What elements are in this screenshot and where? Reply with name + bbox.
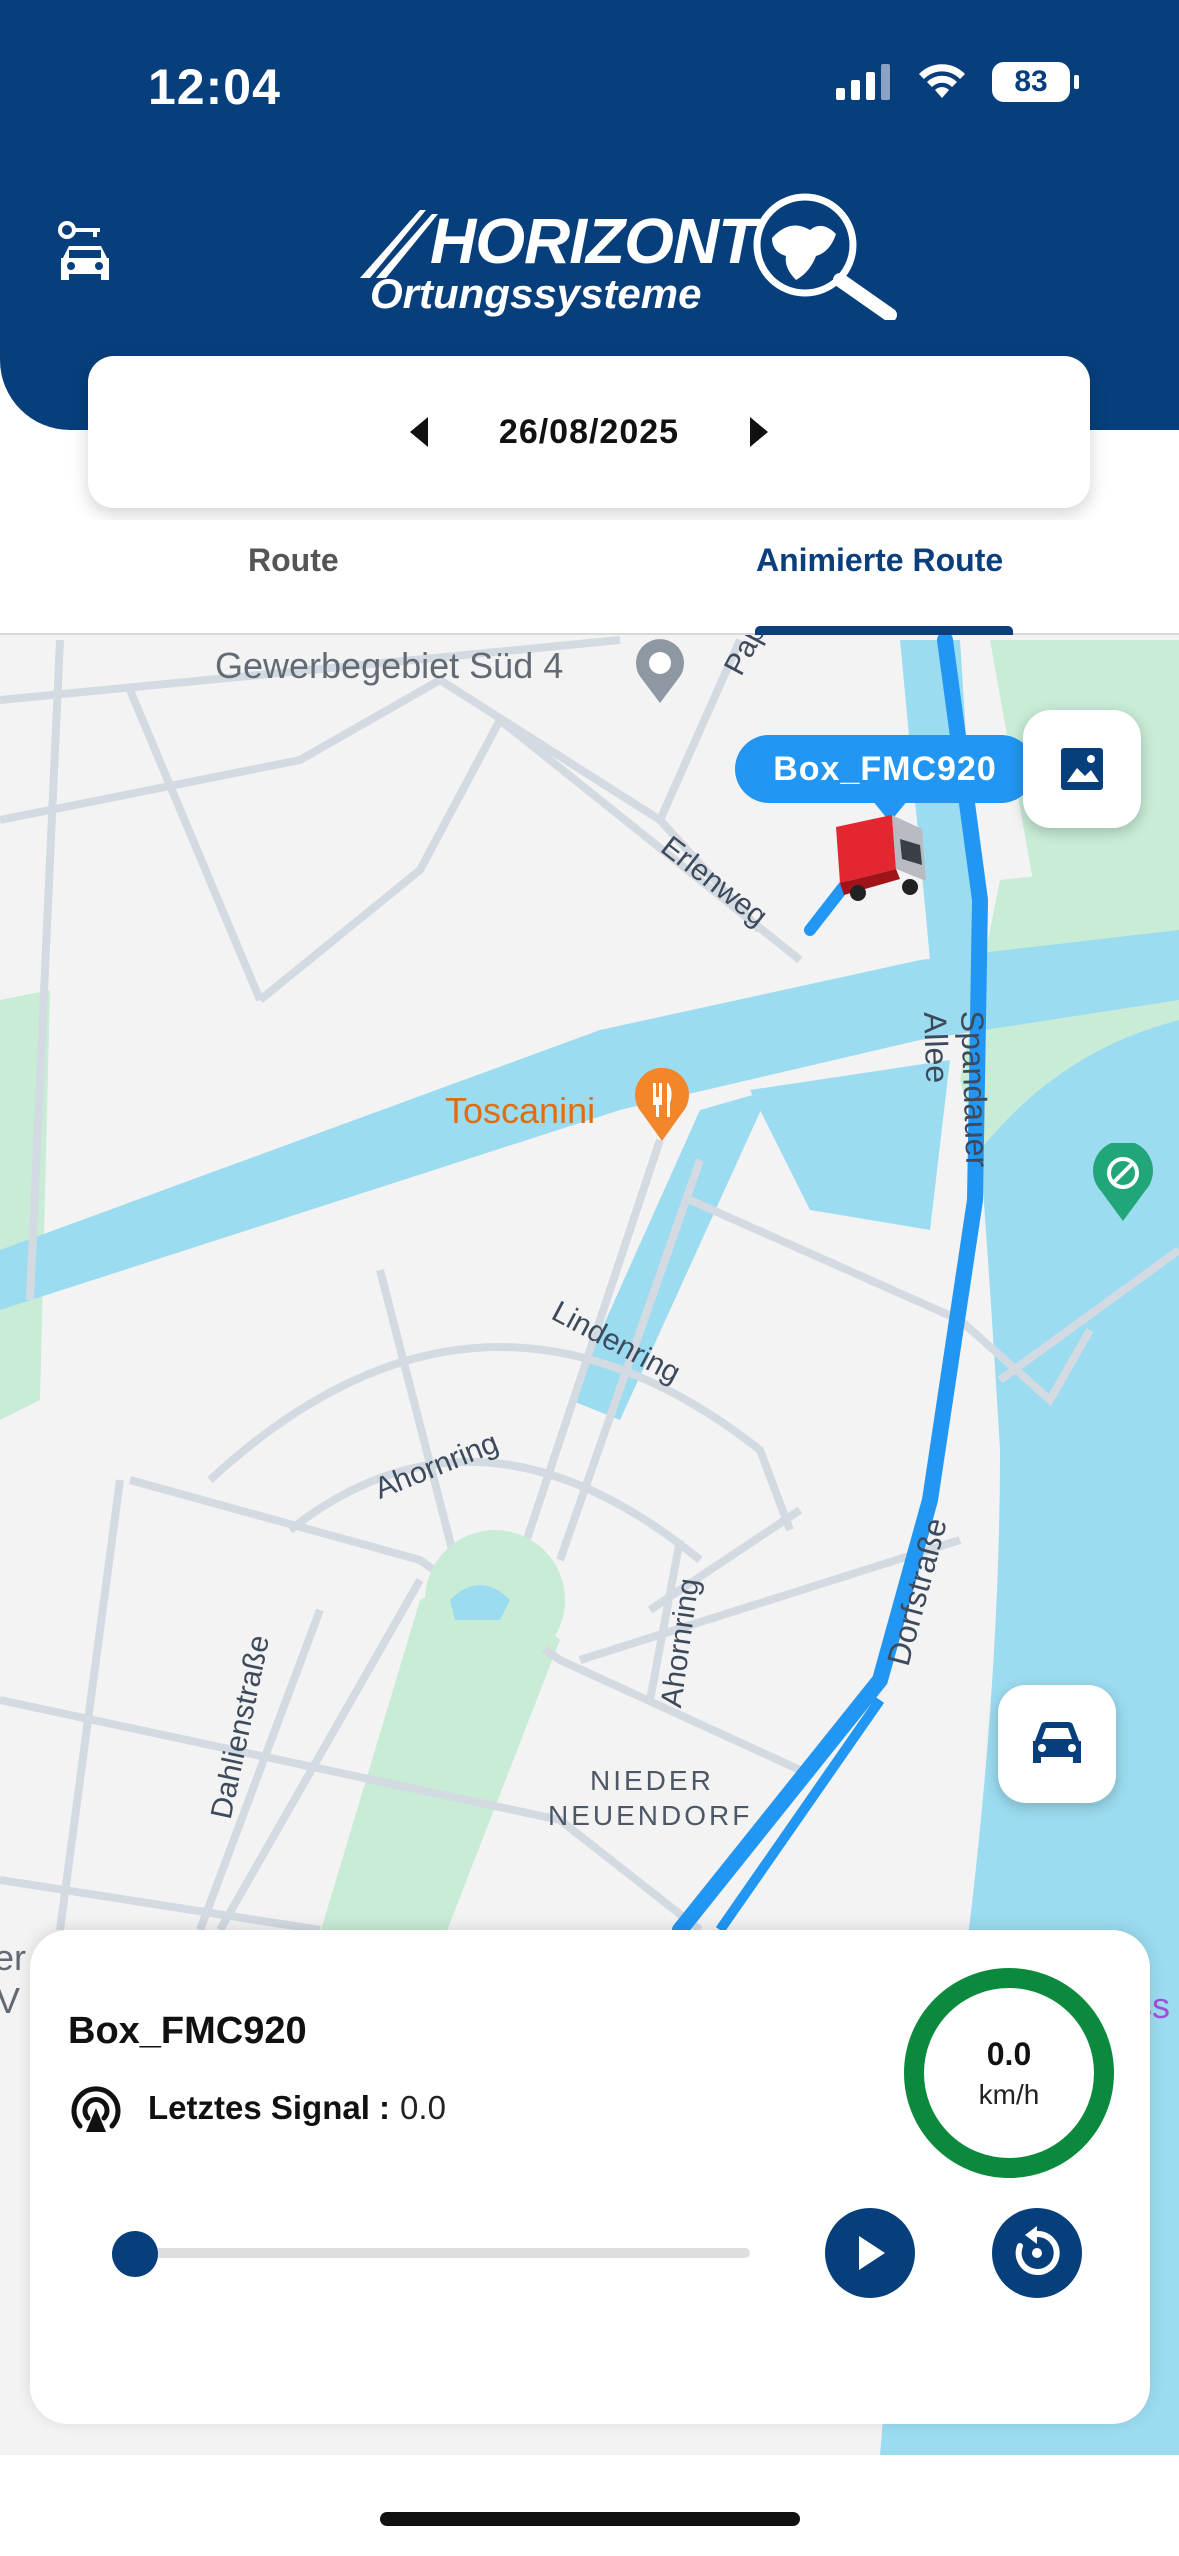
logo-subtitle: Ortungssysteme [370, 270, 702, 317]
last-signal-row: Letztes Signal : 0.0 [68, 2080, 446, 2136]
place-label-toscanini[interactable]: Toscanini [445, 1090, 595, 1132]
place-label-gewerbegebiet[interactable]: Gewerbegebiet Süd 4 [215, 645, 563, 687]
last-signal-label: Letztes Signal : [148, 2089, 391, 2126]
status-icons: 83 [836, 62, 1079, 102]
last-signal-value: 0.0 [400, 2089, 446, 2126]
battery-level: 83 [1014, 65, 1048, 98]
speed-value: 0.0 [986, 2035, 1032, 2072]
wifi-icon [919, 64, 965, 98]
playback-slider-track[interactable] [138, 2248, 750, 2258]
speed-unit: km/h [978, 2078, 1040, 2110]
street-label-spandauer-allee: Spandauer Allee [917, 1010, 996, 1168]
map-layer-button[interactable] [1023, 710, 1141, 828]
vehicle-info-panel: Box_FMC920 Letztes Signal : 0.0 0.0 km/h [30, 1930, 1150, 2424]
district-label-nieder: NIEDER [590, 1765, 714, 1796]
battery-tip [1074, 75, 1079, 89]
image-icon [1061, 748, 1103, 790]
tab-bar: Route Animierte Route [0, 520, 1179, 635]
leisure-pin-icon[interactable] [1088, 1143, 1158, 1223]
status-time: 12:04 [148, 59, 281, 115]
tab-animated-route[interactable]: Animierte Route [756, 542, 1003, 579]
active-tab-indicator [755, 626, 1013, 635]
logo-title: HORIZONT [430, 205, 757, 277]
place-pin-icon[interactable] [628, 635, 692, 705]
date-picker: 26/08/2025 [88, 356, 1090, 508]
district-label-neuendorf: NEUENDORF [548, 1800, 753, 1831]
caret-left-icon [409, 417, 428, 447]
home-indicator [380, 2512, 800, 2526]
speed-gauge: 0.0 km/h [904, 1968, 1114, 2178]
battery-icon: 83 [992, 62, 1070, 102]
play-button[interactable] [825, 2208, 915, 2298]
vehicle-name: Box_FMC920 [68, 2010, 307, 2052]
globe-magnifier-icon [753, 193, 897, 320]
caret-right-icon [750, 417, 769, 447]
signal-broadcast-icon [71, 2086, 121, 2132]
horizont-logo: HORIZONT Ortungssysteme [360, 190, 900, 330]
cellular-signal-icon [836, 64, 890, 100]
car-icon [1033, 1722, 1081, 1763]
next-date-button[interactable] [739, 412, 779, 452]
replay-button[interactable] [992, 2208, 1082, 2298]
restaurant-pin-icon[interactable] [630, 1067, 694, 1143]
tab-route[interactable]: Route [248, 542, 339, 579]
playback-slider-thumb[interactable] [112, 2231, 158, 2277]
place-label-partial-1: er [0, 1937, 27, 1978]
vehicle-label-bubble[interactable]: Box_FMC920 [735, 735, 1035, 803]
previous-date-button[interactable] [399, 412, 439, 452]
replay-icon [1015, 2226, 1060, 2275]
place-label-partial-2: V [0, 1980, 21, 2021]
date-display[interactable]: 26/08/2025 [499, 413, 679, 452]
play-icon [859, 2236, 885, 2270]
truck-marker-icon[interactable] [830, 807, 940, 907]
vehicle-key-icon[interactable] [55, 220, 115, 290]
vehicle-focus-button[interactable] [998, 1685, 1116, 1803]
